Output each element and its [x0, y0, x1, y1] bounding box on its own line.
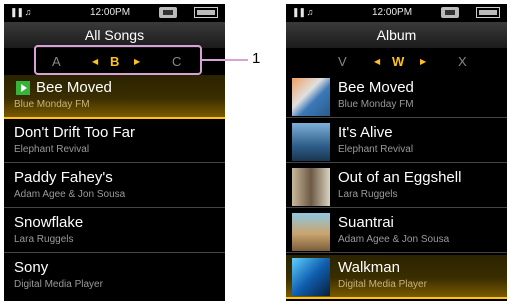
album-artist: Lara Ruggels — [338, 189, 398, 200]
callout-leader-line — [202, 59, 248, 61]
list-item[interactable]: Suantrai Adam Agee & Jon Sousa — [286, 210, 507, 253]
battery-icon — [476, 7, 500, 18]
index-prev-letter[interactable]: V — [338, 54, 347, 69]
song-title: Sony — [14, 259, 49, 276]
list-item[interactable]: Sony Digital Media Player — [4, 255, 225, 297]
album-title: It's Alive — [338, 124, 393, 141]
song-title: Don't Drift Too Far — [14, 124, 135, 141]
list-item[interactable]: Walkman Digital Media Player — [286, 255, 507, 299]
callout-number: 1 — [252, 50, 261, 67]
status-bar: ❚❚ ♫ 12:00PM — [4, 4, 225, 22]
album-screen: ❚❚ ♫ 12:00PM Album V ◀ W ▶ X Bee Moved B… — [286, 4, 507, 301]
index-left-arrow-icon[interactable]: ◀ — [374, 57, 380, 66]
callout-highlight-box — [34, 45, 202, 75]
song-artist: Elephant Revival — [14, 144, 90, 155]
list-item[interactable]: Don't Drift Too Far Elephant Revival — [4, 120, 225, 163]
now-playing-icon — [16, 81, 30, 95]
album-art — [292, 78, 330, 116]
album-art — [292, 213, 330, 251]
album-artist: Blue Monday FM — [338, 99, 414, 110]
alphabet-index-bar[interactable]: V ◀ W ▶ X — [286, 50, 507, 72]
page-title: Album — [286, 22, 507, 48]
song-artist: Adam Agee & Jon Sousa — [14, 189, 126, 200]
song-title: Bee Moved — [36, 79, 112, 96]
album-artist: Adam Agee & Jon Sousa — [338, 234, 450, 245]
list-item[interactable]: Snowflake Lara Ruggels — [4, 210, 225, 253]
song-title: Snowflake — [14, 214, 84, 231]
list-item[interactable]: Paddy Fahey's Adam Agee & Jon Sousa — [4, 165, 225, 208]
album-title: Walkman — [338, 259, 400, 276]
clock: 12:00PM — [372, 7, 413, 18]
index-right-arrow-icon[interactable]: ▶ — [420, 57, 426, 66]
index-current-letter: W — [392, 54, 405, 69]
index-next-letter[interactable]: X — [458, 54, 467, 69]
play-status-icon: ❚❚ ♫ — [292, 7, 313, 17]
album-title: Bee Moved — [338, 79, 414, 96]
song-title: Paddy Fahey's — [14, 169, 113, 186]
list-item[interactable]: Bee Moved Blue Monday FM — [4, 75, 225, 119]
album-title: Suantrai — [338, 214, 394, 231]
song-artist: Blue Monday FM — [14, 99, 90, 110]
album-artist: Digital Media Player — [338, 279, 427, 290]
status-bar: ❚❚ ♫ 12:00PM — [286, 4, 507, 22]
list-item[interactable]: It's Alive Elephant Revival — [286, 120, 507, 163]
hold-icon — [159, 7, 177, 18]
album-title: Out of an Eggshell — [338, 169, 462, 186]
battery-icon — [194, 7, 218, 18]
album-art — [292, 258, 330, 296]
list-item[interactable]: Out of an Eggshell Lara Ruggels — [286, 165, 507, 208]
hold-icon — [441, 7, 459, 18]
play-status-icon: ❚❚ ♫ — [10, 7, 31, 17]
album-art — [292, 168, 330, 206]
song-artist: Digital Media Player — [14, 279, 103, 290]
album-art — [292, 123, 330, 161]
song-artist: Lara Ruggels — [14, 234, 74, 245]
clock: 12:00PM — [90, 7, 131, 18]
list-item[interactable]: Bee Moved Blue Monday FM — [286, 75, 507, 118]
album-artist: Elephant Revival — [338, 144, 414, 155]
